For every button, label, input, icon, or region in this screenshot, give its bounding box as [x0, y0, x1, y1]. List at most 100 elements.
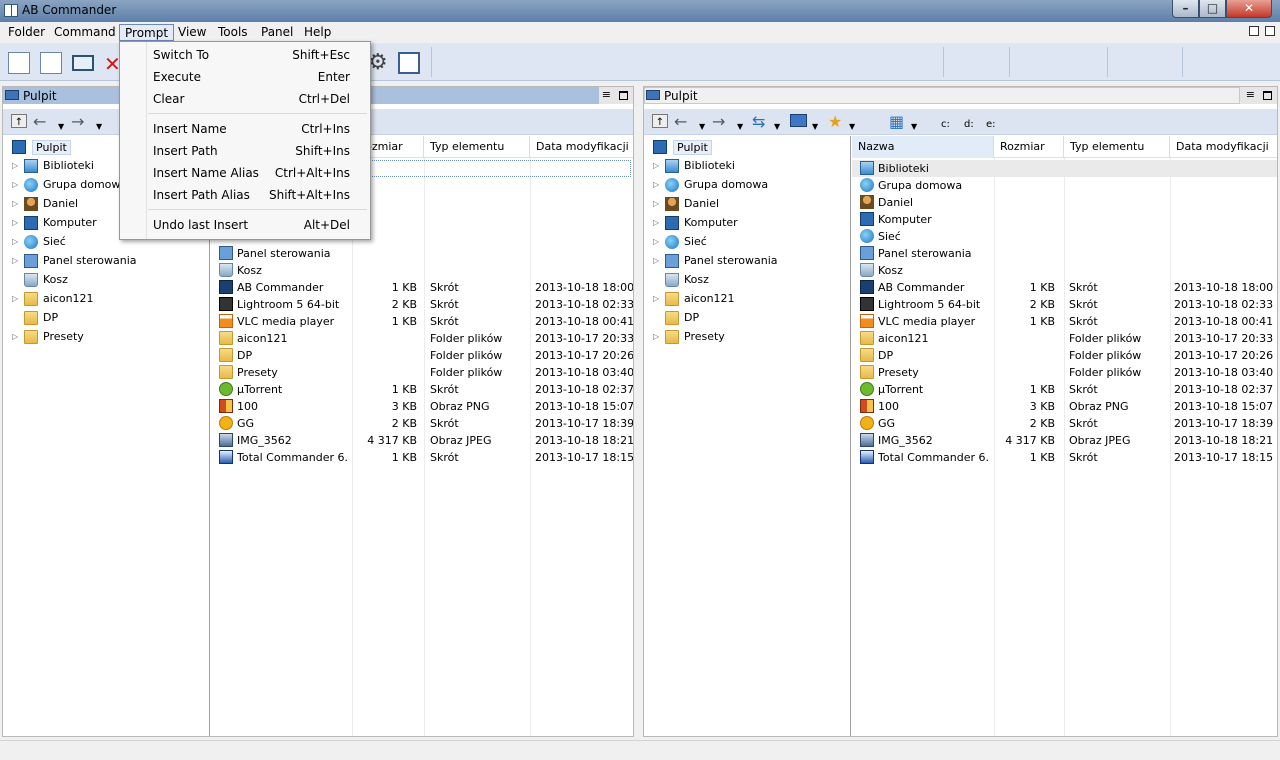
- menu-folder[interactable]: Folder: [3, 24, 50, 41]
- file-row[interactable]: Daniel: [852, 194, 1277, 211]
- tree-item[interactable]: ▷ Presety: [644, 328, 851, 347]
- menu-item-switch-to[interactable]: Switch To Shift+Esc: [120, 44, 370, 66]
- tree-item[interactable]: ▷ Daniel: [644, 195, 851, 214]
- tree-item[interactable]: ▷ aicon121: [3, 290, 210, 309]
- back-dropdown-icon[interactable]: ▼: [699, 119, 705, 135]
- expand-arrow-icon[interactable]: ▷: [653, 332, 659, 341]
- forward-dropdown-icon[interactable]: ▼: [96, 119, 102, 135]
- tree-item[interactable]: ▷ Panel sterowania: [644, 252, 851, 271]
- menu-item-insert-name-alias[interactable]: Insert Name Alias Ctrl+Alt+Ins: [120, 162, 370, 184]
- menu-item-undo-last-insert[interactable]: Undo last Insert Alt+Del: [120, 214, 370, 236]
- file-row[interactable]: 100 3 KB Obraz PNG 2013-10-18 15:07: [211, 398, 633, 415]
- file-row[interactable]: DP Folder plików 2013-10-17 20:26: [211, 347, 633, 364]
- menu-command[interactable]: Command: [49, 24, 121, 41]
- file-row[interactable]: 100 3 KB Obraz PNG 2013-10-18 15:07: [852, 398, 1277, 415]
- layout-horizontal-icon[interactable]: [1265, 26, 1275, 36]
- tree-item[interactable]: ▷ Panel sterowania: [3, 252, 210, 271]
- forward-icon[interactable]: →: [71, 114, 84, 130]
- tree-root[interactable]: Pulpit: [644, 138, 851, 157]
- drive-c-button[interactable]: c:: [941, 117, 950, 133]
- tree-item[interactable]: DP: [3, 309, 210, 328]
- tree-item[interactable]: ▷ Komputer: [644, 214, 851, 233]
- file-row[interactable]: Presety Folder plików 2013-10-18 03:40: [211, 364, 633, 381]
- file-row[interactable]: IMG_3562 4 317 KB Obraz JPEG 2013-10-18 18:…: [211, 432, 633, 449]
- tree-item[interactable]: ▷ Presety: [3, 328, 210, 347]
- back-icon[interactable]: ←: [674, 114, 687, 130]
- file-row[interactable]: Komputer: [852, 211, 1277, 228]
- favorites-dropdown-icon[interactable]: ▼: [849, 119, 855, 135]
- maximize-button[interactable]: □: [1199, 0, 1226, 18]
- column-date[interactable]: Data modyfikacji: [1170, 136, 1277, 158]
- rename-icon[interactable]: [72, 55, 94, 71]
- up-folder-icon[interactable]: ↑: [11, 114, 27, 128]
- file-row[interactable]: aicon121 Folder plików 2013-10-17 20:33: [852, 330, 1277, 347]
- expand-arrow-icon[interactable]: ▷: [653, 237, 659, 246]
- computer-dropdown-icon[interactable]: ▼: [812, 119, 818, 135]
- drive-d-button[interactable]: d:: [964, 117, 974, 133]
- menu-item-insert-path-alias[interactable]: Insert Path Alias Shift+Alt+Ins: [120, 184, 370, 206]
- expand-arrow-icon[interactable]: ▷: [12, 161, 18, 170]
- close-button[interactable]: ✕: [1226, 0, 1272, 18]
- menu-panel[interactable]: Panel: [256, 24, 298, 41]
- panel-maximize-icon[interactable]: [1263, 91, 1272, 100]
- expand-arrow-icon[interactable]: ▷: [12, 294, 18, 303]
- menu-view[interactable]: View: [173, 24, 211, 41]
- expand-arrow-icon[interactable]: ▷: [12, 332, 18, 341]
- back-dropdown-icon[interactable]: ▼: [58, 119, 64, 135]
- file-row[interactable]: aicon121 Folder plików 2013-10-17 20:33: [211, 330, 633, 347]
- file-row[interactable]: Presety Folder plików 2013-10-18 03:40: [852, 364, 1277, 381]
- file-row[interactable]: Panel sterowania: [211, 245, 633, 262]
- file-row[interactable]: Lightroom 5 64-bit 2 KB Skrót 2013-10-18 02…: [211, 296, 633, 313]
- file-row[interactable]: Sieć: [852, 228, 1277, 245]
- layout-vertical-icon[interactable]: [1249, 26, 1259, 36]
- panel-menu-icon[interactable]: ≡: [602, 88, 611, 101]
- menu-item-insert-path[interactable]: Insert Path Shift+Ins: [120, 140, 370, 162]
- menu-prompt[interactable]: Prompt: [119, 24, 175, 41]
- up-folder-icon[interactable]: ↑: [652, 114, 668, 128]
- file-row[interactable]: Kosz: [211, 262, 633, 279]
- file-row[interactable]: Total Commander 6... 1 KB Skrót 2013-10-17 …: [211, 449, 633, 466]
- tree-item[interactable]: DP: [644, 309, 851, 328]
- file-row[interactable]: DP Folder plików 2013-10-17 20:26: [852, 347, 1277, 364]
- file-row[interactable]: VLC media player 1 KB Skrót 2013-10-18 00:4…: [211, 313, 633, 330]
- column-size[interactable]: Rozmiar: [994, 136, 1064, 158]
- file-row[interactable]: VLC media player 1 KB Skrót 2013-10-18 00:4…: [852, 313, 1277, 330]
- column-type[interactable]: Typ elementu: [424, 136, 530, 158]
- favorites-star-icon[interactable]: ★: [828, 114, 842, 130]
- minimize-button[interactable]: –: [1172, 0, 1199, 18]
- file-row[interactable]: GG 2 KB Skrót 2013-10-17 18:39: [211, 415, 633, 432]
- file-row[interactable]: µTorrent 1 KB Skrót 2013-10-18 02:37: [852, 381, 1277, 398]
- move-icon[interactable]: [40, 52, 62, 74]
- menu-help[interactable]: Help: [299, 24, 336, 41]
- expand-arrow-icon[interactable]: ▷: [653, 294, 659, 303]
- expand-arrow-icon[interactable]: ▷: [653, 256, 659, 265]
- forward-dropdown-icon[interactable]: ▼: [737, 119, 743, 135]
- menu-item-execute[interactable]: Execute Enter: [120, 66, 370, 88]
- tree-item[interactable]: ▷ Sieć: [644, 233, 851, 252]
- file-row[interactable]: Lightroom 5 64-bit 2 KB Skrót 2013-10-18 02…: [852, 296, 1277, 313]
- back-icon[interactable]: ←: [33, 114, 46, 130]
- expand-arrow-icon[interactable]: ▷: [653, 218, 659, 227]
- sync-dropdown-icon[interactable]: ▼: [774, 119, 780, 135]
- expand-arrow-icon[interactable]: ▷: [12, 256, 18, 265]
- forward-icon[interactable]: →: [712, 114, 725, 130]
- new-folder-icon[interactable]: [864, 114, 881, 128]
- file-row[interactable]: µTorrent 1 KB Skrót 2013-10-18 02:37: [211, 381, 633, 398]
- file-row[interactable]: Grupa domowa: [852, 177, 1277, 194]
- copy-icon[interactable]: [8, 52, 30, 74]
- expand-arrow-icon[interactable]: ▷: [653, 161, 659, 170]
- tree-item[interactable]: ▷ Biblioteki: [644, 157, 851, 176]
- menu-item-insert-name[interactable]: Insert Name Ctrl+Ins: [120, 118, 370, 140]
- view-mode-icon[interactable]: ▦: [889, 114, 904, 130]
- split-view-icon[interactable]: [398, 52, 420, 74]
- right-panel-titlebar[interactable]: Pulpit ≡: [644, 87, 1277, 104]
- tree-item[interactable]: ▷ Grupa domowa: [644, 176, 851, 195]
- drive-e-button[interactable]: e:: [986, 117, 996, 133]
- menu-item-clear[interactable]: Clear Ctrl+Del: [120, 88, 370, 110]
- menu-tools[interactable]: Tools: [213, 24, 253, 41]
- computer-icon[interactable]: [790, 114, 807, 127]
- column-name[interactable]: Nazwa: [852, 136, 994, 158]
- expand-arrow-icon[interactable]: ▷: [12, 199, 18, 208]
- column-date[interactable]: Data modyfikacji: [530, 136, 633, 158]
- file-row[interactable]: Kosz: [852, 262, 1277, 279]
